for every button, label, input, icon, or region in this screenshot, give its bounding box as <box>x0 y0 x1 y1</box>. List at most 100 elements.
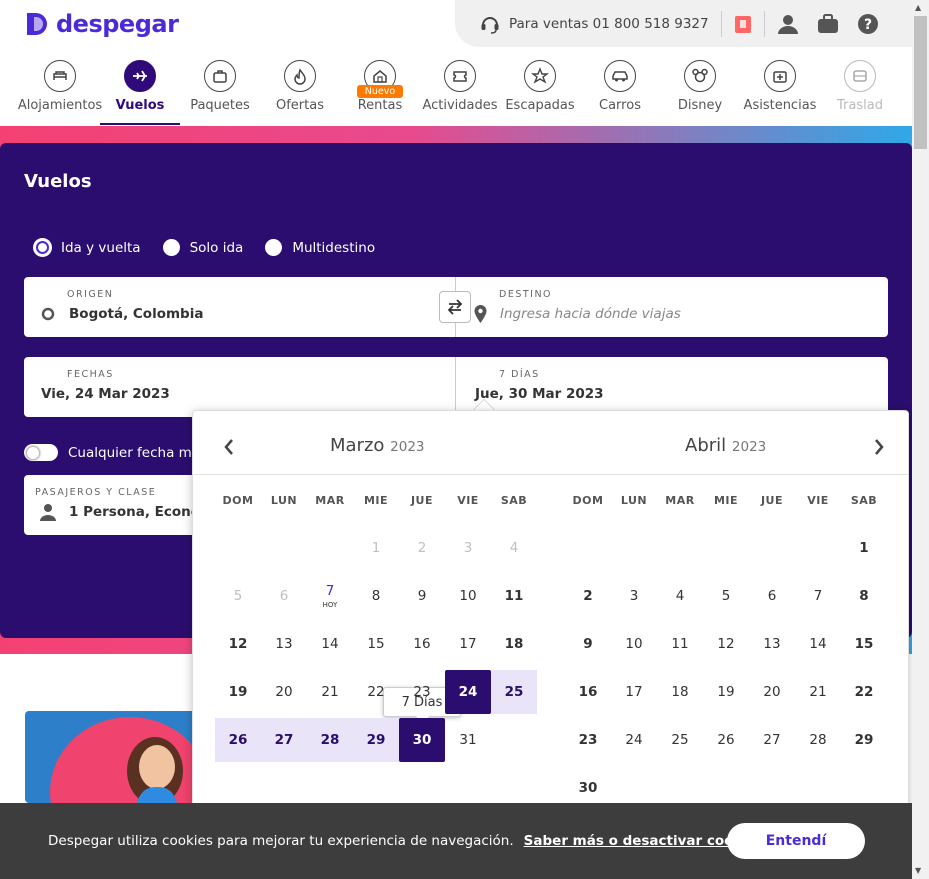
calendar-day[interactable]: 15 <box>841 622 887 666</box>
calendar-day[interactable]: 18 <box>657 670 703 714</box>
nav-item-actividades[interactable]: Actividades <box>420 60 500 126</box>
calendar-day[interactable]: 28 <box>307 718 353 762</box>
calendar-day[interactable]: 25 <box>657 718 703 762</box>
origin-field[interactable]: ORIGEN Bogotá, Colombia <box>24 277 455 337</box>
weekday-header: MIE <box>363 494 389 507</box>
nav-item-disney[interactable]: Disney <box>660 60 740 126</box>
calendar-day[interactable]: 24 <box>611 718 657 762</box>
calendar-day[interactable]: 15 <box>353 622 399 666</box>
calendar-day[interactable]: 13 <box>261 622 307 666</box>
calendar-day[interactable]: 23 <box>399 670 445 714</box>
calendar-day[interactable]: 26 <box>215 718 261 762</box>
trip-length-label: 7 DÍAS <box>499 369 540 380</box>
nav-item-asistencias[interactable]: Asistencias <box>740 60 820 126</box>
nav-item-vuelos[interactable]: Vuelos <box>100 60 180 126</box>
nav-item-traslad[interactable]: Traslad <box>820 60 900 126</box>
scroll-up-arrow[interactable]: ▲ <box>915 3 921 12</box>
calendar-day[interactable]: 29 <box>841 718 887 762</box>
calendar-day[interactable]: 12 <box>703 622 749 666</box>
calendar-day[interactable]: 19 <box>703 670 749 714</box>
return-date-field[interactable]: 7 DÍAS Jue, 30 Mar 2023 <box>456 357 888 417</box>
radio-round-trip[interactable]: Ida y vuelta <box>34 239 141 256</box>
calendar-day[interactable]: 30 <box>399 718 445 762</box>
calendar-day[interactable]: 16 <box>565 670 611 714</box>
chevron-right-icon <box>875 439 884 455</box>
prev-month-button[interactable] <box>219 437 239 457</box>
calendar-day[interactable]: 5 <box>703 574 749 618</box>
gift-icon[interactable] <box>734 14 752 34</box>
swap-button[interactable] <box>439 291 471 323</box>
calendar-day[interactable]: 11 <box>657 622 703 666</box>
nav-item-paquetes[interactable]: Paquetes <box>180 60 260 126</box>
accept-cookies-button[interactable]: Entendí <box>727 823 865 859</box>
next-month-button[interactable] <box>869 437 889 457</box>
calendar-day[interactable]: 14 <box>795 622 841 666</box>
calendar-day[interactable]: 19 <box>215 670 261 714</box>
calendar-day[interactable]: 22 <box>841 670 887 714</box>
nav-item-alojamientos[interactable]: Alojamientos <box>17 60 103 126</box>
calendar-day[interactable]: 14 <box>307 622 353 666</box>
nav-label: Alojamientos <box>17 98 103 113</box>
calendar-day[interactable]: 2 <box>565 574 611 618</box>
calendar-day[interactable]: 26 <box>703 718 749 762</box>
calendar-day[interactable]: 6 <box>749 574 795 618</box>
calendar-day[interactable]: 27 <box>749 718 795 762</box>
calendar-day[interactable]: 22 <box>353 670 399 714</box>
briefcase-icon[interactable] <box>817 13 839 35</box>
weekday-header: LUN <box>270 494 298 507</box>
calendar-day[interactable]: 20 <box>261 670 307 714</box>
weekday-header: JUE <box>410 494 434 507</box>
calendar-day[interactable]: 1 <box>841 526 887 570</box>
calendar-day[interactable]: 11 <box>491 574 537 618</box>
depart-date-field[interactable]: FECHAS Vie, 24 Mar 2023 <box>24 357 455 417</box>
logo[interactable]: despegar <box>24 10 179 38</box>
user-icon[interactable] <box>777 13 799 35</box>
calendar-day[interactable]: 8 <box>353 574 399 618</box>
calendar-day[interactable]: 7 <box>795 574 841 618</box>
calendar-day[interactable]: 16 <box>399 622 445 666</box>
calendar-day[interactable]: 21 <box>307 670 353 714</box>
calendar-day[interactable]: 9 <box>565 622 611 666</box>
calendar-day[interactable]: 4 <box>657 574 703 618</box>
promo-banner[interactable] <box>25 711 205 803</box>
calendar-day[interactable]: 17 <box>611 670 657 714</box>
calendar-day[interactable]: 8 <box>841 574 887 618</box>
scroll-down-arrow[interactable]: ▼ <box>915 866 921 875</box>
nav-item-ofertas[interactable]: Ofertas <box>260 60 340 126</box>
calendar-day[interactable]: 25 <box>491 670 537 714</box>
nav-label: Vuelos <box>115 98 165 113</box>
calendar-day[interactable]: 28 <box>795 718 841 762</box>
calendar-day[interactable]: 13 <box>749 622 795 666</box>
day-number: 3 <box>629 588 639 604</box>
calendar-day[interactable]: 12 <box>215 622 261 666</box>
depart-date: Vie, 24 Mar 2023 <box>41 386 170 402</box>
nav-item-carros[interactable]: Carros <box>580 60 660 126</box>
nav-item-escapadas[interactable]: Escapadas <box>500 60 580 126</box>
calendar-day[interactable]: 23 <box>565 718 611 762</box>
radio-multi-destination[interactable]: Multidestino <box>265 239 375 256</box>
calendar-day[interactable]: 31 <box>445 718 491 762</box>
calendar-day[interactable]: 10 <box>445 574 491 618</box>
calendar-day: 3 <box>445 526 491 570</box>
help-icon[interactable]: ? <box>857 13 879 35</box>
calendar-day[interactable]: 29 <box>353 718 399 762</box>
calendar-day[interactable]: 3 <box>611 574 657 618</box>
calendar-day[interactable]: 20 <box>749 670 795 714</box>
calendar-day[interactable]: 24 <box>445 670 491 714</box>
brand-name: despegar <box>56 10 179 38</box>
calendar-day: 2 <box>399 526 445 570</box>
calendar-day[interactable]: 27 <box>261 718 307 762</box>
nav-item-rentas[interactable]: Rentas Nuevo <box>340 60 420 126</box>
calendar-day[interactable]: 9 <box>399 574 445 618</box>
flexible-dates-toggle[interactable] <box>24 444 58 461</box>
calendar-day[interactable]: 21 <box>795 670 841 714</box>
calendar-day[interactable]: 17 <box>445 622 491 666</box>
calendar-day[interactable]: 10 <box>611 622 657 666</box>
radio-one-way[interactable]: Solo ida <box>162 239 243 256</box>
scrollbar-thumb[interactable] <box>914 16 927 149</box>
calendar-day[interactable]: 18 <box>491 622 537 666</box>
destination-field[interactable]: DESTINO Ingresa hacia dónde viajas <box>456 277 888 337</box>
calendar-day[interactable]: 7 HOY <box>307 574 353 618</box>
sales-phone[interactable]: Para ventas 01 800 518 9327 <box>509 16 709 32</box>
weekday-header: DOM <box>572 494 604 507</box>
